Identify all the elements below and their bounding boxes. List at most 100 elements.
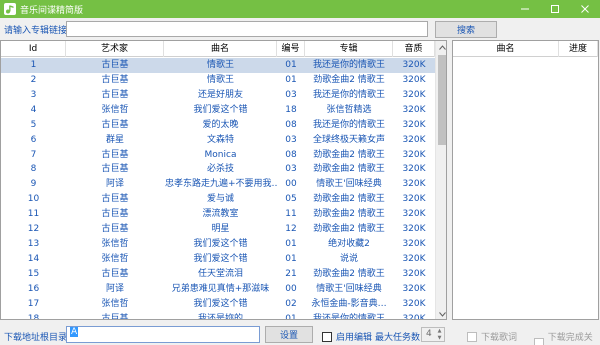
cell-number: 01 — [285, 253, 297, 264]
column-header-artist[interactable]: 艺术家 — [66, 41, 164, 57]
cell-quality: 320K — [402, 119, 426, 130]
app-icon — [4, 3, 16, 15]
table-row[interactable]: 3 古巨基 还是好朋友 03 我还是你的情歌王 320K — [1, 88, 435, 103]
cell-number: 08 — [285, 149, 297, 160]
table-row[interactable]: 1 古巨基 情歌王 01 我还是你的情歌王 320K — [1, 58, 435, 73]
cell-id: 14 — [27, 253, 40, 264]
column-header-download-song[interactable]: 曲名 — [453, 41, 559, 57]
download-list: 曲名 进度 — [452, 40, 599, 320]
scrollbar-thumb[interactable] — [438, 55, 446, 145]
cell-quality: 320K — [402, 179, 426, 190]
table-row[interactable]: 17 张信哲 我们爱这个错 02 永恒金曲-影音典… 320K — [1, 297, 435, 312]
search-button[interactable]: 搜索 — [435, 21, 497, 38]
cell-quality: 320K — [402, 60, 426, 70]
cell-song: 我们爱这个错 — [193, 239, 248, 250]
column-header-quality[interactable]: 音质 — [393, 41, 435, 57]
set-dir-button[interactable]: 设置 — [265, 326, 313, 343]
cell-song: 必杀技 — [206, 164, 234, 175]
cell-id: 4 — [30, 104, 37, 115]
results-table: Id 艺术家 曲名 编号 专辑 音质 1 古巨基 情歌王 01 我还是你的情歌王 320K… — [0, 40, 447, 320]
cell-id: 5 — [30, 119, 37, 130]
table-row[interactable]: 13 张信哲 我们爱这个错 01 绝对收藏2 320K — [1, 237, 435, 252]
maximize-button[interactable] — [540, 0, 570, 18]
table-row[interactable]: 16 阿译 兄弟患难见真情+那滋味 00 情歌王'回味经典 320K — [1, 282, 435, 297]
download-dir-input[interactable]: A — [66, 326, 260, 343]
checkbox-box[interactable] — [534, 338, 544, 345]
cell-id: 6 — [30, 134, 37, 145]
download-lyrics-checkbox[interactable]: 下载歌词 — [467, 330, 517, 343]
stepper-down-icon[interactable]: ▼ — [436, 335, 443, 341]
cell-number: 11 — [285, 209, 297, 220]
table-row[interactable]: 2 古巨基 情歌王 01 劲歌金曲2 情歌王 320K — [1, 73, 435, 88]
cell-song: 爱与诚 — [206, 194, 234, 205]
cell-number: 08 — [285, 119, 297, 130]
stepper-up-icon[interactable]: ▲ — [436, 328, 443, 334]
table-row[interactable]: 5 古巨基 爱的太晚 08 我还是你的情歌王 320K — [1, 118, 435, 133]
table-row[interactable]: 6 群星 文森特 03 全球终极天籁女声 320K — [1, 133, 435, 148]
cell-artist: 古巨基 — [101, 164, 129, 175]
cell-quality: 320K — [402, 283, 426, 294]
cell-id: 17 — [27, 298, 40, 309]
checkbox-box[interactable] — [322, 331, 332, 342]
max-tasks-value: 4 — [426, 329, 432, 339]
cell-album: 我还是你的情歌王 — [312, 313, 385, 320]
table-row[interactable]: 18 古巨基 我还是妳的 01 我还是你的情歌王 320K — [1, 312, 435, 320]
cell-artist: 古巨基 — [101, 313, 129, 320]
cell-album: 劲歌金曲2 情歌王 — [313, 149, 385, 160]
column-header-progress[interactable]: 进度 — [559, 41, 598, 57]
minimize-button[interactable] — [510, 0, 540, 18]
cell-album: 劲歌金曲2 情歌王 — [313, 209, 385, 220]
cell-number: 18 — [285, 104, 297, 115]
cell-song: 忠孝东路走九遍+不要用我… — [165, 179, 277, 190]
table-row[interactable]: 9 阿译 忠孝东路走九遍+不要用我… 00 情歌王'回味经典 320K — [1, 177, 435, 192]
cell-artist: 古巨基 — [101, 149, 129, 160]
column-header-song[interactable]: 曲名 — [164, 41, 277, 57]
download-dir-value: A — [70, 327, 79, 337]
cell-song: 兄弟患难见真情+那滋味 — [171, 283, 270, 294]
cell-quality: 320K — [402, 194, 426, 205]
table-row[interactable]: 4 张信哲 我们爱这个错 18 张信哲精选 320K — [1, 103, 435, 118]
download-lyrics-label: 下载歌词 — [481, 333, 518, 343]
cell-id: 2 — [30, 74, 37, 85]
column-header-id[interactable]: Id — [1, 41, 66, 57]
cell-quality: 320K — [402, 104, 426, 115]
table-row[interactable]: 12 古巨基 明星 12 劲歌金曲2 情歌王 320K — [1, 222, 435, 237]
close-icon — [581, 5, 589, 13]
cell-quality: 320K — [402, 253, 426, 264]
table-row[interactable]: 8 古巨基 必杀技 03 劲歌金曲2 情歌王 320K — [1, 162, 435, 177]
album-url-input[interactable] — [66, 21, 428, 37]
enable-edit-label: 启用编辑 — [336, 333, 373, 343]
table-row[interactable]: 7 古巨基 Monica 08 劲歌金曲2 情歌王 320K — [1, 148, 435, 163]
cell-album: 情歌王'回味经典 — [316, 283, 382, 294]
table-row[interactable]: 10 古巨基 爱与诚 05 劲歌金曲2 情歌王 320K — [1, 192, 435, 207]
scroll-down-button[interactable] — [436, 308, 446, 319]
cell-number: 03 — [285, 89, 297, 100]
cell-album: 我还是你的情歌王 — [312, 60, 385, 70]
table-row[interactable]: 14 张信哲 我们爱这个错 01 说说 320K — [1, 252, 435, 267]
checkbox-box[interactable] — [467, 331, 477, 342]
table-row[interactable]: 11 古巨基 漂流教室 11 劲歌金曲2 情歌王 320K — [1, 207, 435, 222]
cell-quality: 320K — [402, 134, 426, 145]
cell-album: 绝对收藏2 — [328, 239, 370, 250]
scroll-up-button[interactable] — [436, 41, 446, 53]
max-tasks-stepper[interactable]: 4 ▲ ▼ — [421, 327, 445, 342]
cell-quality: 320K — [402, 164, 426, 175]
column-header-album[interactable]: 专辑 — [305, 41, 393, 57]
cell-quality: 320K — [402, 89, 426, 100]
table-row[interactable]: 15 古巨基 任天堂流泪 21 劲歌金曲2 情歌王 320K — [1, 267, 435, 282]
cell-song: 我还是妳的 — [197, 313, 243, 320]
vertical-scrollbar[interactable] — [435, 41, 446, 319]
close-button[interactable] — [570, 0, 600, 18]
enable-edit-checkbox[interactable]: 启用编辑 — [322, 330, 372, 343]
column-header-number[interactable]: 编号 — [277, 41, 305, 57]
cell-quality: 320K — [402, 209, 426, 220]
cell-artist: 张信哲 — [101, 104, 129, 115]
minimize-icon — [521, 8, 529, 10]
title-bar: 音乐间谍精简版 — [0, 0, 600, 18]
cell-album: 情歌王'回味经典 — [316, 179, 382, 190]
cell-id: 8 — [30, 164, 37, 175]
shutdown-after-checkbox[interactable]: 下载完成关机 — [534, 330, 600, 345]
cell-number: 01 — [285, 313, 297, 320]
cell-artist: 古巨基 — [101, 194, 129, 205]
cell-album: 劲歌金曲2 情歌王 — [313, 74, 385, 85]
